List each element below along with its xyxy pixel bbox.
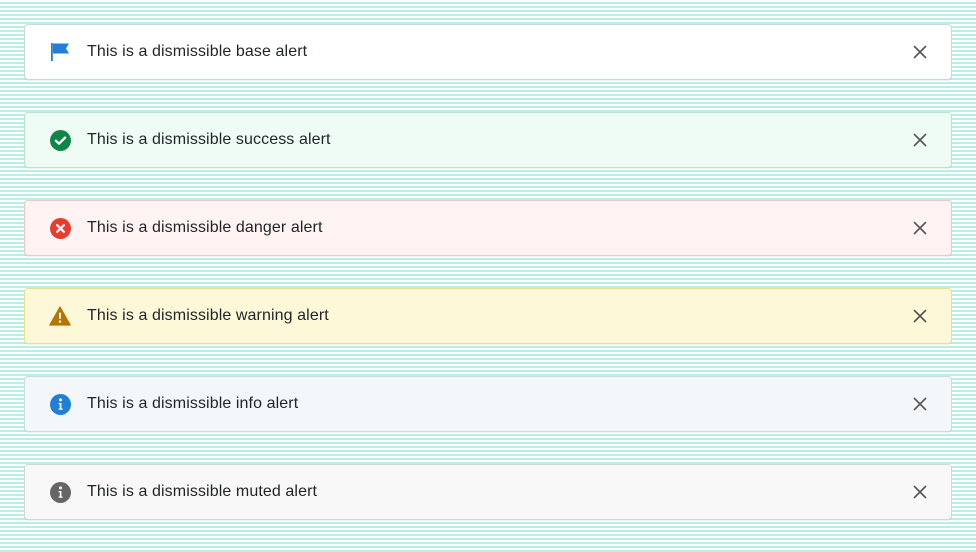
alert-warning: This is a dismissible warning alert: [24, 288, 952, 344]
close-icon: [913, 45, 927, 59]
dismiss-button[interactable]: [907, 479, 933, 505]
info-circle-icon: [49, 481, 71, 503]
alert-message: This is a dismissible danger alert: [87, 219, 323, 236]
warning-triangle-icon: [49, 305, 71, 327]
error-circle-icon: [49, 217, 71, 239]
alert-base: This is a dismissible base alert: [24, 24, 952, 80]
alert-danger: This is a dismissible danger alert: [24, 200, 952, 256]
close-icon: [913, 221, 927, 235]
alert-message: This is a dismissible success alert: [87, 131, 331, 148]
alert-message: This is a dismissible warning alert: [87, 307, 329, 324]
dismiss-button[interactable]: [907, 391, 933, 417]
flag-icon: [49, 41, 71, 63]
alert-success: This is a dismissible success alert: [24, 112, 952, 168]
alert-list: This is a dismissible base alert This is…: [24, 24, 952, 552]
alert-info: This is a dismissible info alert: [24, 376, 952, 432]
alert-message: This is a dismissible muted alert: [87, 483, 318, 500]
check-circle-icon: [49, 129, 71, 151]
alert-muted: This is a dismissible muted alert: [24, 464, 952, 520]
alert-message: This is a dismissible base alert: [87, 43, 308, 60]
info-circle-icon: [49, 393, 71, 415]
close-icon: [913, 397, 927, 411]
close-icon: [913, 485, 927, 499]
dismiss-button[interactable]: [907, 127, 933, 153]
alert-message: This is a dismissible info alert: [87, 395, 299, 412]
dismiss-button[interactable]: [907, 215, 933, 241]
dismiss-button[interactable]: [907, 303, 933, 329]
close-icon: [913, 309, 927, 323]
dismiss-button[interactable]: [907, 39, 933, 65]
close-icon: [913, 133, 927, 147]
